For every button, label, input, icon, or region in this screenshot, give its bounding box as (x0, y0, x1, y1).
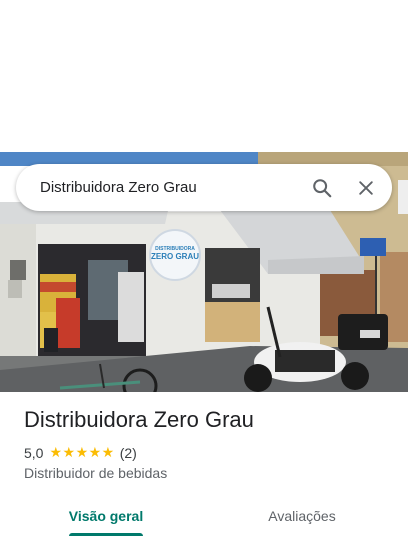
place-category[interactable]: Distribuidor de bebidas (24, 465, 167, 481)
selected-tab-indicator (69, 533, 143, 536)
place-tabs: Visão geral Avaliações (0, 496, 408, 536)
close-icon (359, 180, 373, 195)
sign-text-main: ZERO GRAU (151, 252, 199, 261)
rating-row[interactable]: 5,0 ★★★★★ (2) (24, 444, 137, 461)
search-query-text[interactable]: Distribuidora Zero Grau (40, 179, 300, 196)
rating-value: 5,0 (24, 444, 44, 461)
rating-stars-icon: ★★★★★ (49, 444, 115, 460)
tab-reviews[interactable]: Avaliações (232, 496, 372, 536)
search-icon (313, 178, 332, 197)
clear-search-button[interactable] (344, 166, 388, 210)
place-title: Distribuidora Zero Grau (24, 407, 254, 432)
search-button[interactable] (300, 166, 344, 210)
tab-overview[interactable]: Visão geral (36, 496, 176, 536)
review-count[interactable]: (2) (120, 445, 137, 461)
search-bar[interactable]: Distribuidora Zero Grau (16, 164, 392, 211)
